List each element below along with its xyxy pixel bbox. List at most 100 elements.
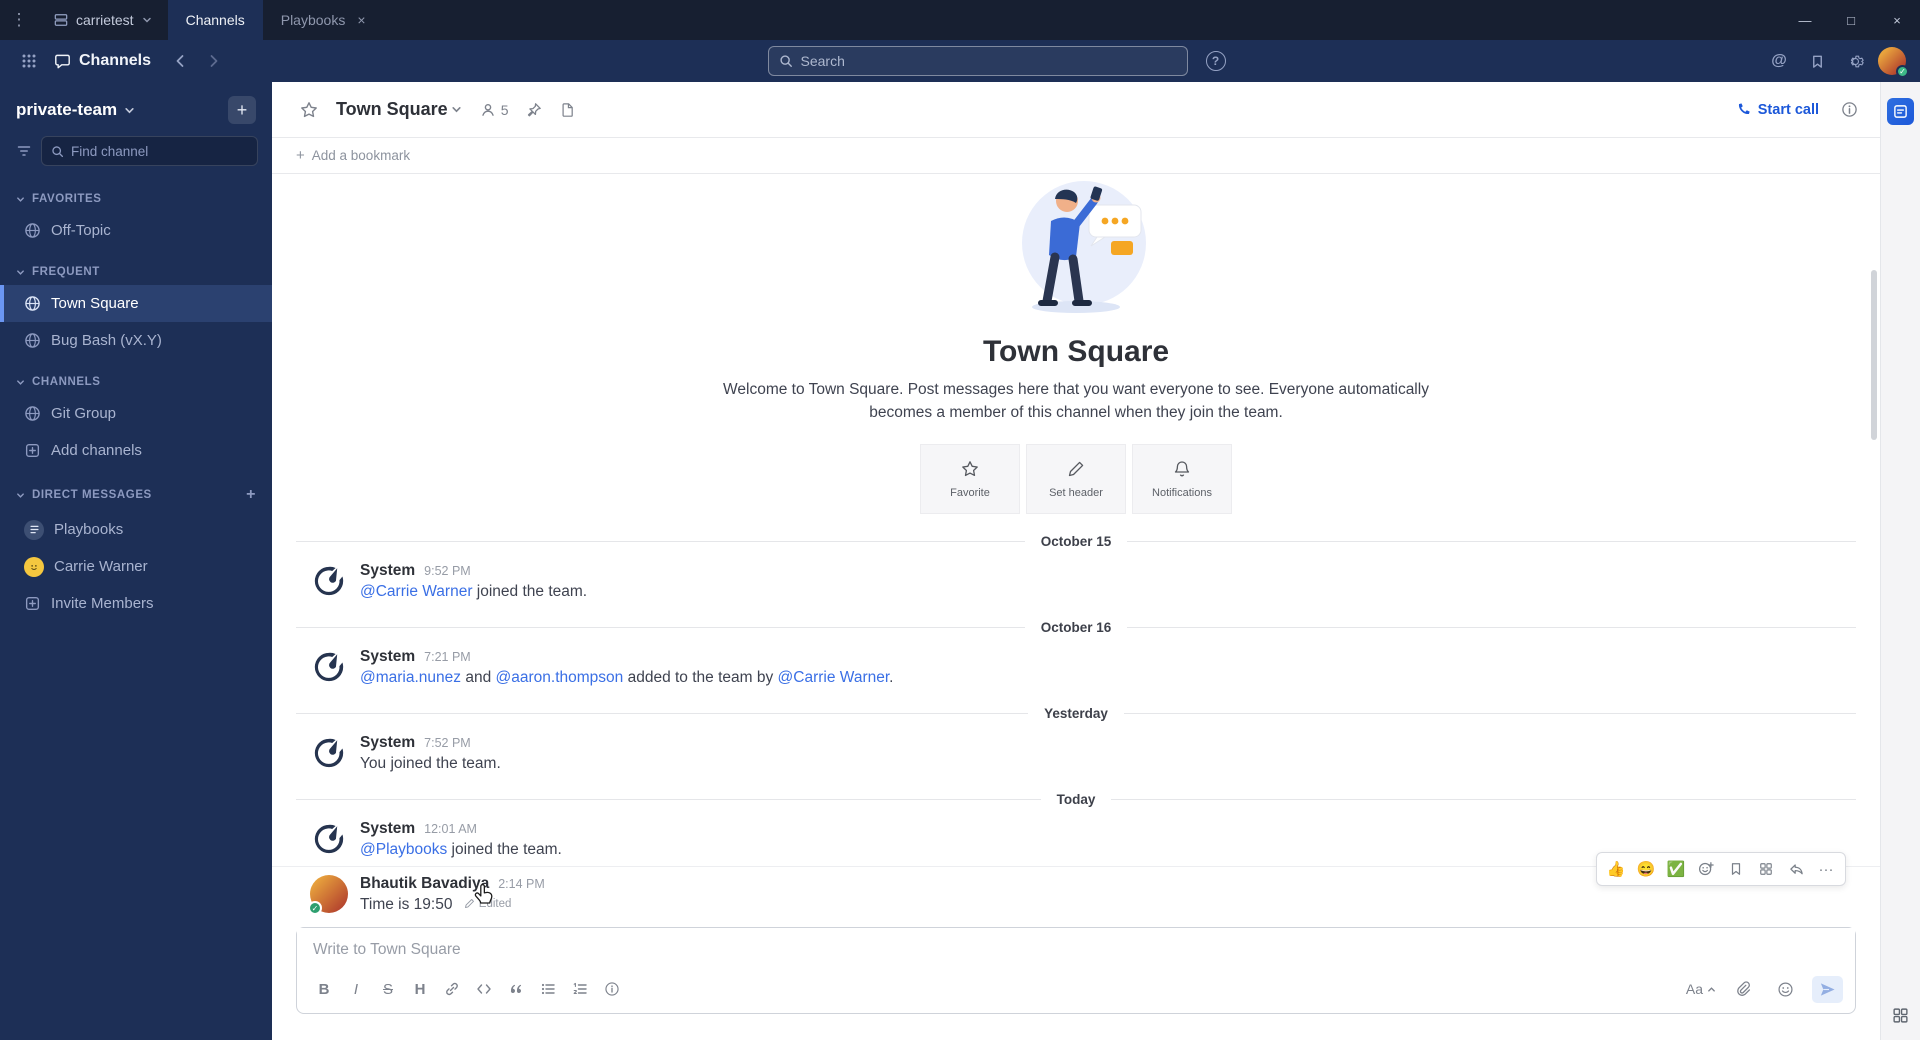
pinned-posts-icon[interactable] (526, 102, 542, 118)
favorite-star-icon[interactable] (294, 95, 324, 125)
bold-button[interactable]: B (309, 974, 339, 1004)
add-reaction-icon[interactable] (1692, 856, 1720, 882)
add-dm-icon[interactable]: + (246, 486, 256, 504)
minimize-button[interactable]: — (1782, 0, 1828, 40)
search-input[interactable] (800, 53, 1177, 69)
scrollbar[interactable] (1871, 270, 1877, 440)
section-frequent-header[interactable]: FREQUENT (0, 259, 272, 285)
quote-button[interactable] (501, 974, 531, 1004)
tab-playbooks[interactable]: Playbooks × (263, 0, 384, 40)
team-menu-button[interactable]: private-team (16, 100, 135, 120)
help-icon[interactable]: ? (1205, 51, 1226, 71)
sidebar-item-town-square[interactable]: Town Square (0, 285, 272, 322)
user-message[interactable]: 👍 😄 ✅ ··· ✓ Bhautik Bavadiya 2:14 PM Tim… (272, 852, 1880, 921)
mattermost-window: ⋮ carrietest Channels Playbooks × — □ × (0, 0, 1920, 1040)
settings-gear-icon[interactable] (1840, 46, 1870, 76)
saved-posts-icon[interactable] (1802, 46, 1832, 76)
maximize-button[interactable]: □ (1828, 0, 1874, 40)
quick-reaction-thumbsup[interactable]: 👍 (1602, 856, 1630, 882)
numbered-list-button[interactable] (565, 974, 595, 1004)
member-count: 5 (500, 101, 509, 118)
user-avatar[interactable]: ✓ (1878, 47, 1909, 78)
section-channels-header[interactable]: CHANNELS (0, 369, 272, 395)
message-author[interactable]: System (360, 648, 415, 666)
close-tab-icon[interactable]: × (357, 12, 365, 28)
favorite-action-button[interactable]: Favorite (920, 444, 1020, 514)
mention-link[interactable]: @aaron.thompson (496, 669, 624, 686)
strikethrough-button[interactable]: S (373, 974, 403, 1004)
add-channel-button[interactable]: + (228, 96, 256, 124)
start-call-button[interactable]: Start call (1736, 102, 1819, 118)
message-author[interactable]: System (360, 820, 415, 838)
sidebar-item-playbooks-dm[interactable]: Playbooks (0, 511, 272, 548)
sidebar-item-carrie-warner[interactable]: Carrie Warner (0, 548, 272, 585)
channel-files-icon[interactable] (560, 102, 575, 118)
bhautik-avatar[interactable]: ✓ (308, 875, 348, 915)
attachment-paperclip-icon[interactable] (1728, 974, 1758, 1004)
action-label: Notifications (1152, 486, 1212, 499)
tab-channels[interactable]: Channels (167, 0, 263, 40)
close-button[interactable]: × (1874, 0, 1920, 40)
chevron-down-icon[interactable] (451, 104, 462, 115)
history-back-icon[interactable] (165, 46, 195, 76)
message-apps-icon[interactable] (1752, 856, 1780, 882)
apps-grid-icon[interactable] (1892, 1007, 1909, 1024)
italic-button[interactable]: I (341, 974, 371, 1004)
channel-title[interactable]: Town Square (336, 99, 448, 120)
composer-right-controls: Aa (1686, 974, 1843, 1004)
section-favorites-header[interactable]: FAVORITES (0, 186, 272, 212)
formatting-help-icon[interactable] (597, 974, 627, 1004)
sidebar-item-off-topic[interactable]: Off-Topic (0, 212, 272, 249)
carrie-avatar (24, 556, 44, 577)
section-dm-header[interactable]: DIRECT MESSAGES + (0, 479, 272, 511)
message-author[interactable]: Bhautik Bavadiya (360, 875, 489, 893)
notifications-action-button[interactable]: Notifications (1132, 444, 1232, 514)
boards-app-icon[interactable] (1887, 98, 1914, 125)
history-forward-icon[interactable] (199, 46, 229, 76)
quick-reaction-smile[interactable]: 😄 (1632, 856, 1660, 882)
code-button[interactable] (469, 974, 499, 1004)
product-switcher-icon[interactable] (14, 46, 44, 76)
window-controls: — □ × (1782, 0, 1920, 40)
heading-button[interactable]: H (405, 974, 435, 1004)
search-bar[interactable] (767, 46, 1188, 76)
quick-reaction-check[interactable]: ✅ (1662, 856, 1690, 882)
mention-link[interactable]: @maria.nunez (360, 669, 461, 686)
message-author[interactable]: System (360, 562, 415, 580)
start-call-label: Start call (1757, 101, 1819, 118)
globe-icon (24, 332, 41, 349)
sidebar-item-invite-members[interactable]: Invite Members (0, 585, 272, 622)
send-button[interactable] (1812, 975, 1843, 1003)
emoji-picker-icon[interactable] (1770, 974, 1800, 1004)
header-right: @ ✓ (1764, 46, 1909, 78)
sidebar-item-bug-bash[interactable]: Bug Bash (vX.Y) (0, 322, 272, 359)
set-header-action-button[interactable]: Set header (1026, 444, 1126, 514)
message-input[interactable] (297, 928, 1855, 970)
section-label: DIRECT MESSAGES (32, 489, 152, 501)
team-header: private-team + (0, 82, 272, 134)
find-channel-box[interactable] (41, 136, 258, 166)
mention-link[interactable]: @Carrie Warner (360, 583, 472, 600)
link-button[interactable] (437, 974, 467, 1004)
filter-icon[interactable] (14, 138, 33, 164)
sidebar-item-git-group[interactable]: Git Group (0, 395, 272, 432)
action-label: Set header (1049, 486, 1103, 499)
server-selector[interactable]: carrietest (38, 0, 168, 40)
globe-icon (24, 222, 41, 239)
find-channel-input[interactable] (71, 143, 248, 159)
channel-info-icon[interactable] (1841, 101, 1858, 118)
bullet-list-button[interactable] (533, 974, 563, 1004)
save-message-icon[interactable] (1722, 856, 1750, 882)
reply-icon[interactable] (1782, 856, 1810, 882)
channel-intro-title: Town Square (982, 335, 1170, 369)
sidebar-item-add-channels[interactable]: Add channels (0, 432, 272, 469)
more-actions-icon[interactable]: ··· (1812, 856, 1840, 882)
window-menu-icon[interactable]: ⋮ (0, 0, 38, 40)
members-button[interactable]: 5 (480, 101, 509, 118)
add-bookmark-bar[interactable]: + Add a bookmark (272, 138, 1880, 174)
hide-formatting-toggle[interactable]: Aa (1686, 981, 1716, 997)
mention-link[interactable]: @Playbooks (360, 841, 447, 858)
mentions-icon[interactable]: @ (1764, 46, 1794, 76)
message-author[interactable]: System (360, 734, 415, 752)
mention-link[interactable]: @Carrie Warner (778, 669, 890, 686)
